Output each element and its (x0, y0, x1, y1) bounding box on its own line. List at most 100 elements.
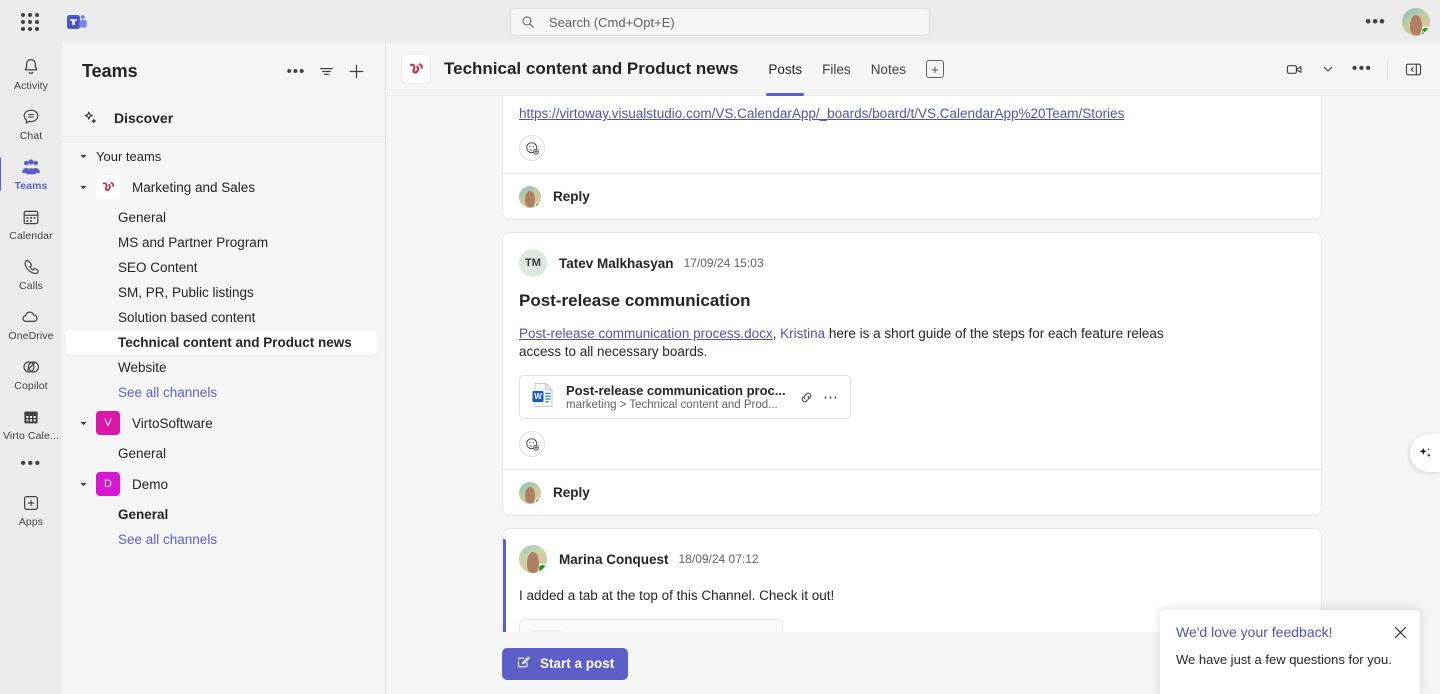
rail-more-apps-button[interactable]: ••• (20, 449, 41, 479)
channel-row-ms-and-partner-program[interactable]: MS and Partner Program (62, 230, 377, 255)
presence-available-badge (537, 563, 547, 573)
bell-icon (21, 56, 41, 78)
sidebar-item-apps[interactable]: Apps (2, 485, 60, 535)
left-nav-rail: Activity Chat Teams Calendar Calls OneDr… (0, 43, 62, 694)
team-row-demo[interactable]: D Demo (62, 466, 385, 502)
avatar (519, 185, 541, 208)
sidebar-item-label: Calendar (9, 230, 53, 242)
search-input[interactable] (549, 14, 919, 30)
cloud-icon (20, 306, 42, 328)
chevron-down-icon[interactable] (76, 419, 90, 428)
sidebar-item-virto-calendar[interactable]: Virto Cale... (2, 399, 60, 449)
team-avatar (96, 175, 120, 199)
message-timestamp: 18/09/24 07:12 (678, 552, 759, 566)
main-content: Technical content and Product news Posts… (386, 43, 1440, 694)
channel-row-website[interactable]: Website (62, 355, 377, 380)
calendar-icon (21, 206, 41, 228)
sidebar-item-label: Calls (19, 280, 43, 292)
channel-row-seo-content[interactable]: SEO Content (62, 255, 377, 280)
mention-kristina[interactable]: Kristina (780, 326, 825, 341)
message-author: Marina Conquest (559, 551, 669, 567)
virto-calendar-icon (21, 406, 41, 428)
your-teams-section-header[interactable]: Your teams (62, 143, 385, 169)
copilot-sparkle-icon[interactable] (1410, 434, 1440, 472)
sidebar-item-copilot[interactable]: Copilot (2, 349, 60, 399)
copilot-icon (21, 356, 41, 378)
apps-plus-icon (21, 492, 41, 514)
channel-row-solution-based-content[interactable]: Solution based content (62, 305, 377, 330)
reply-bar[interactable]: Reply (503, 469, 1321, 515)
add-reaction-icon[interactable] (519, 431, 545, 457)
chevron-down-icon (76, 152, 90, 161)
channel-row-technical-content-and-product-news[interactable]: Technical content and Product news (66, 330, 377, 355)
panel-filter-button[interactable] (311, 56, 341, 86)
attachment-path: marketing > Technical content and Prod..… (566, 399, 778, 411)
sidebar-item-calendar[interactable]: Calendar (2, 199, 60, 249)
copy-link-icon[interactable] (795, 386, 817, 408)
team-name: Demo (132, 476, 169, 492)
avatar[interactable]: TM (519, 249, 547, 277)
attachment-card[interactable]: W Post-release communication proc... mar… (519, 375, 851, 419)
channel-tabs: Posts Files Notes + (758, 43, 944, 96)
open-side-panel-icon[interactable] (1398, 54, 1428, 84)
search-icon (522, 16, 534, 28)
sidebar-item-onedrive[interactable]: OneDrive (2, 299, 60, 349)
start-a-post-button[interactable]: Start a post (502, 647, 629, 680)
chevron-down-icon[interactable] (76, 183, 90, 192)
avatar[interactable] (519, 545, 547, 573)
message-subject: Post-release communication (519, 291, 751, 310)
channel-header-actions: ••• (1279, 54, 1428, 84)
message-body: Post-release communication process.docx,… (503, 311, 1321, 361)
meet-now-video-icon[interactable] (1279, 54, 1309, 84)
reply-bar[interactable]: Reply (503, 173, 1321, 219)
message-author: Tatev Malkhasyan (559, 255, 674, 271)
add-reaction-icon[interactable] (519, 135, 545, 161)
channel-row-demo-general[interactable]: General (62, 502, 377, 527)
sidebar-item-teams[interactable]: Teams (0, 149, 60, 199)
attachment-more-options-icon[interactable]: ⋯ (820, 386, 842, 408)
user-avatar[interactable] (1402, 7, 1430, 36)
filter-icon (319, 67, 333, 75)
posts-list[interactable]: https://virtoway.visualstudio.com/VS.Cal… (386, 96, 1440, 694)
see-all-channels-link-marketing[interactable]: See all channels (62, 380, 377, 405)
chevron-down-icon[interactable] (76, 480, 90, 489)
add-team-button[interactable] (341, 56, 371, 86)
tab-posts[interactable]: Posts (758, 43, 812, 96)
message-header: Marina Conquest 18/09/24 07:12 (503, 529, 1321, 573)
add-tab-button[interactable]: + (925, 60, 944, 78)
search-bar[interactable] (510, 8, 930, 36)
panel-more-options-button[interactable]: ••• (281, 56, 311, 86)
settings-more-button[interactable]: ••• (1359, 13, 1392, 30)
attachment-inline-link[interactable]: Post-release communication process.docx (519, 326, 773, 341)
channel-row-general[interactable]: General (62, 205, 377, 230)
compose-icon (516, 655, 531, 673)
tab-notes[interactable]: Notes (861, 43, 916, 96)
top-bar-right-actions: ••• (1359, 0, 1430, 43)
meet-dropdown-chevron-icon[interactable] (1313, 54, 1343, 84)
channel-row-virtosoftware-general[interactable]: General (62, 441, 377, 466)
sidebar-item-chat[interactable]: Chat (2, 99, 60, 149)
virto-team-icon (402, 55, 430, 83)
divider (1387, 59, 1388, 79)
discover-row[interactable]: Discover (62, 99, 385, 137)
presence-available-badge (535, 497, 541, 504)
team-row-marketing-and-sales[interactable]: Marketing and Sales (62, 169, 385, 205)
close-icon[interactable] (1390, 622, 1410, 642)
channel-more-options-button[interactable]: ••• (1347, 54, 1377, 84)
chat-icon (21, 106, 41, 128)
post-link[interactable]: https://virtoway.visualstudio.com/VS.Cal… (519, 106, 1124, 121)
attachment-meta: Post-release communication proc... marke… (566, 383, 792, 411)
sidebar-item-label: Apps (18, 516, 44, 528)
search-box[interactable] (510, 8, 930, 36)
sidebar-item-activity[interactable]: Activity (2, 49, 60, 99)
tab-files[interactable]: Files (812, 43, 861, 96)
see-all-channels-link-demo[interactable]: See all channels (62, 527, 377, 552)
sidebar-item-calls[interactable]: Calls (2, 249, 60, 299)
body-text: here is a short guide of the steps for e… (825, 326, 1164, 341)
channel-row-sm-pr-public-listings[interactable]: SM, PR, Public listings (62, 280, 377, 305)
app-grid-icon[interactable] (16, 8, 44, 36)
team-row-virtosoftware[interactable]: V VirtoSoftware (62, 405, 385, 441)
teams-logo (64, 9, 90, 35)
people-icon (20, 156, 42, 178)
presence-available-badge (535, 201, 541, 208)
